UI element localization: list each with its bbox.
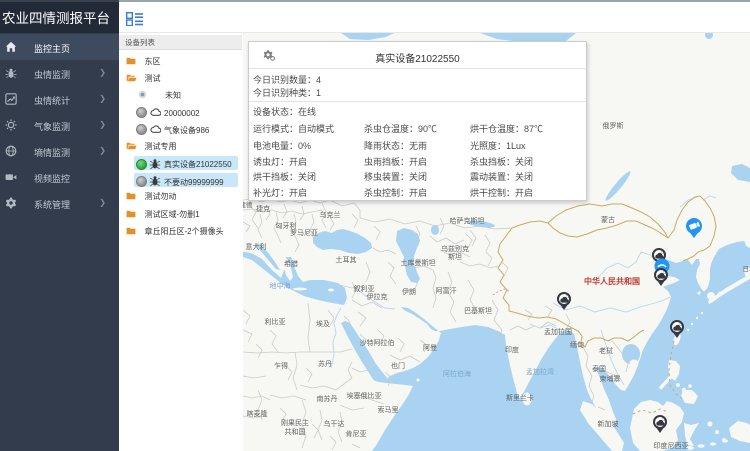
- svg-text:斯坦: 斯坦: [448, 252, 462, 261]
- svg-text:肯尼亚: 肯尼亚: [346, 429, 367, 438]
- svg-text:刚果民主: 刚果民主: [281, 418, 309, 427]
- svg-text:印度: 印度: [505, 345, 519, 354]
- svg-text:斯里兰卡: 斯里兰卡: [506, 393, 534, 402]
- svg-text:索马里: 索马里: [378, 405, 399, 414]
- svg-text:埃及: 埃及: [316, 319, 330, 328]
- svg-text:孟加拉湾: 孟加拉湾: [526, 367, 554, 376]
- svg-text:印度尼西亚: 印度尼西亚: [654, 441, 689, 450]
- svg-text:南苏丹: 南苏丹: [317, 394, 338, 403]
- svg-text:也门: 也门: [391, 361, 405, 370]
- svg-text:建德: 建德: [243, 200, 253, 209]
- svg-text:阿富汗: 阿富汗: [436, 286, 457, 295]
- svg-text:孟加拉国: 孟加拉国: [544, 327, 572, 336]
- svg-text:乌兹别克: 乌兹别克: [441, 244, 469, 253]
- svg-text:日本: 日本: [743, 264, 750, 273]
- svg-text:利比亚: 利比亚: [265, 317, 286, 326]
- svg-text:匈牙利: 匈牙利: [276, 221, 297, 230]
- svg-text:捷克: 捷克: [256, 204, 270, 213]
- svg-text:罗马尼亚: 罗马尼亚: [290, 229, 318, 237]
- svg-text:共和国: 共和国: [285, 427, 306, 436]
- svg-text:缅甸: 缅甸: [570, 340, 584, 349]
- svg-text:喀麦隆: 喀麦隆: [247, 409, 268, 418]
- svg-text:乌干达: 乌干达: [324, 419, 345, 428]
- svg-text:泰国: 泰国: [592, 364, 606, 373]
- svg-text:土库曼斯坦: 土库曼斯坦: [401, 258, 436, 267]
- svg-text:沙特阿拉伯: 沙特阿拉伯: [360, 338, 395, 347]
- svg-text:土耳其: 土耳其: [336, 255, 357, 264]
- svg-text:巴基斯坦: 巴基斯坦: [464, 306, 492, 315]
- svg-text:蒙古: 蒙古: [601, 215, 615, 224]
- svg-text:意大利: 意大利: [246, 242, 267, 251]
- svg-text:苏丹: 苏丹: [318, 359, 332, 368]
- svg-text:伊拉克: 伊拉克: [367, 292, 388, 301]
- svg-text:埃塞俄比亚: 埃塞俄比亚: [347, 391, 382, 400]
- svg-text:希腊: 希腊: [284, 259, 298, 268]
- svg-text:老挝: 老挝: [599, 346, 613, 355]
- svg-text:乍得: 乍得: [274, 361, 288, 370]
- svg-text:中华人民共和国: 中华人民共和国: [584, 276, 640, 286]
- svg-text:阿拉伯海: 阿拉伯海: [443, 369, 471, 378]
- svg-text:伊朗: 伊朗: [402, 287, 416, 296]
- svg-text:哈萨克斯坦: 哈萨克斯坦: [450, 216, 485, 225]
- svg-text:乌克兰: 乌克兰: [320, 210, 341, 219]
- svg-text:叙利亚: 叙利亚: [354, 284, 375, 293]
- svg-text:地中海: 地中海: [270, 281, 291, 290]
- svg-text:俄罗斯: 俄罗斯: [603, 121, 624, 130]
- svg-text:阿曼: 阿曼: [423, 343, 437, 352]
- svg-text:柬埔寨: 柬埔寨: [600, 374, 621, 383]
- svg-text:新加坡: 新加坡: [598, 419, 619, 428]
